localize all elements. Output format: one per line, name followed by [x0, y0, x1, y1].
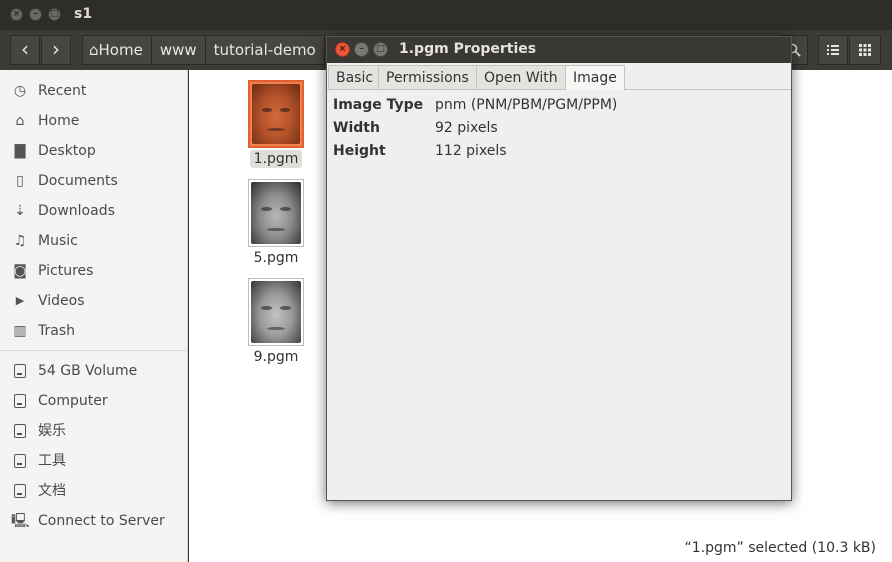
window-title: s1 [74, 6, 93, 22]
folder-icon: ▇ [14, 143, 26, 159]
sidebar-item-label: Trash [38, 323, 75, 339]
drive-icon [14, 424, 26, 438]
sidebar-item-label: 娱乐 [38, 423, 66, 439]
sidebar-item-downloads[interactable]: ⇣ Downloads [0, 196, 188, 226]
sidebar-item-label: Home [38, 113, 80, 129]
download-icon: ⇣ [14, 203, 26, 219]
file-name[interactable]: 1.pgm [241, 150, 311, 168]
property-key: Image Type [333, 97, 424, 113]
sidebar-item-computer[interactable]: Computer [0, 386, 188, 416]
sidebar-item-label: Desktop [38, 143, 96, 159]
trash-icon: ▥ [13, 323, 27, 339]
tab-image[interactable]: Image [565, 65, 625, 90]
clock-icon: ◷ [13, 83, 27, 99]
sidebar-item-connect-to-server[interactable]: 🖳 Connect to Server [0, 506, 188, 536]
face-image [251, 281, 301, 343]
dialog-minimize-button[interactable]: – [354, 42, 369, 57]
status-bar: “1.pgm” selected (10.3 kB) [684, 540, 876, 556]
home-icon: ⌂ [15, 113, 25, 129]
file-thumbnail[interactable] [248, 278, 304, 346]
minimize-icon: – [33, 9, 38, 19]
breadcrumb-www[interactable]: www [150, 35, 206, 65]
face-image [251, 182, 301, 244]
tab-permissions[interactable]: Permissions [378, 65, 477, 89]
drive-icon [14, 394, 26, 408]
sidebar-item-label: Pictures [38, 263, 94, 279]
camera-icon: ◙ [13, 263, 27, 279]
list-view-button[interactable] [818, 35, 848, 65]
property-key: Width [333, 120, 380, 136]
breadcrumb-home[interactable]: ⌂Home [82, 35, 152, 65]
sidebar-item-entertainment[interactable]: 娱乐 [0, 416, 188, 446]
breadcrumb-tutorial-demo[interactable]: tutorial-demo [204, 35, 325, 65]
sidebar-item-label: Recent [38, 83, 87, 99]
sidebar-item-docs[interactable]: 文档 [0, 476, 188, 506]
breadcrumb: ⌂Home www tutorial-demo [82, 35, 325, 65]
chevron-right-icon: › [52, 37, 60, 61]
property-key: Height [333, 143, 386, 159]
maximize-icon: □ [376, 44, 385, 54]
sidebar-divider [0, 350, 188, 351]
sidebar-item-label: Music [38, 233, 78, 249]
file-thumbnail[interactable] [248, 179, 304, 247]
dialog-titlebar: × – □ 1.pgm Properties [327, 37, 791, 63]
sidebar-item-label: Videos [38, 293, 85, 309]
minimize-window-button[interactable]: – [29, 8, 42, 21]
sidebar-item-label: 工具 [38, 453, 66, 469]
sidebar-item-label: Connect to Server [38, 513, 165, 529]
sidebar: ◷ Recent ⌂ Home ▇ Desktop ▯ Documents ⇣ Downl… [0, 70, 188, 562]
property-value: 92 pixels [435, 120, 498, 136]
home-icon: ⌂ [89, 41, 99, 59]
property-value: pnm (PNM/PBM/PGM/PPM) [435, 97, 618, 113]
file-name[interactable]: 9.pgm [241, 349, 311, 365]
sidebar-item-tools[interactable]: 工具 [0, 446, 188, 476]
music-icon: ♫ [13, 233, 27, 249]
close-icon: × [12, 9, 21, 19]
sidebar-item-label: Documents [38, 173, 118, 189]
list-view-icon [827, 45, 839, 55]
sidebar-item-recent[interactable]: ◷ Recent [0, 76, 188, 106]
grid-view-icon [859, 44, 871, 56]
sidebar-item-trash[interactable]: ▥ Trash [0, 316, 188, 346]
tab-open-with[interactable]: Open With [476, 65, 566, 89]
sidebar-item-documents[interactable]: ▯ Documents [0, 166, 188, 196]
video-icon: ▶ [15, 294, 25, 307]
sidebar-item-label: Computer [38, 393, 108, 409]
breadcrumb-home-label: Home [98, 41, 143, 59]
dialog-title: 1.pgm Properties [399, 41, 537, 57]
document-icon: ▯ [16, 173, 24, 189]
forward-button[interactable]: › [41, 35, 71, 65]
drive-icon [14, 484, 26, 498]
file-name[interactable]: 5.pgm [241, 250, 311, 266]
property-value: 112 pixels [435, 143, 507, 159]
maximize-window-button[interactable]: □ [48, 8, 61, 21]
minimize-icon: – [359, 44, 364, 54]
sidebar-item-desktop[interactable]: ▇ Desktop [0, 136, 188, 166]
close-icon: × [338, 44, 347, 54]
sidebar-item-label: 54 GB Volume [38, 363, 138, 379]
sidebar-item-label: Downloads [38, 203, 115, 219]
sidebar-item-pictures[interactable]: ◙ Pictures [0, 256, 188, 286]
face-image [252, 84, 300, 144]
maximize-icon: □ [50, 9, 59, 19]
close-window-button[interactable]: × [10, 8, 23, 21]
server-icon: 🖳 [11, 513, 30, 529]
sidebar-item-54gb-volume[interactable]: 54 GB Volume [0, 356, 188, 386]
dialog-maximize-button[interactable]: □ [373, 42, 388, 57]
dialog-tabs: Basic Permissions Open With Image [327, 63, 791, 90]
grid-view-button[interactable] [849, 35, 881, 65]
file-thumbnail[interactable] [248, 80, 304, 148]
properties-dialog: × – □ 1.pgm Properties Basic Permissions… [326, 36, 792, 501]
tab-basic[interactable]: Basic [328, 65, 382, 89]
sidebar-item-label: 文档 [38, 483, 66, 499]
window-titlebar: × – □ s1 [0, 0, 892, 30]
sidebar-item-music[interactable]: ♫ Music [0, 226, 188, 256]
sidebar-item-videos[interactable]: ▶ Videos [0, 286, 188, 316]
chevron-left-icon: ‹ [21, 37, 29, 61]
back-button[interactable]: ‹ [10, 35, 40, 65]
drive-icon [14, 364, 26, 378]
drive-icon [14, 454, 26, 468]
dialog-close-button[interactable]: × [335, 42, 350, 57]
sidebar-item-home[interactable]: ⌂ Home [0, 106, 188, 136]
